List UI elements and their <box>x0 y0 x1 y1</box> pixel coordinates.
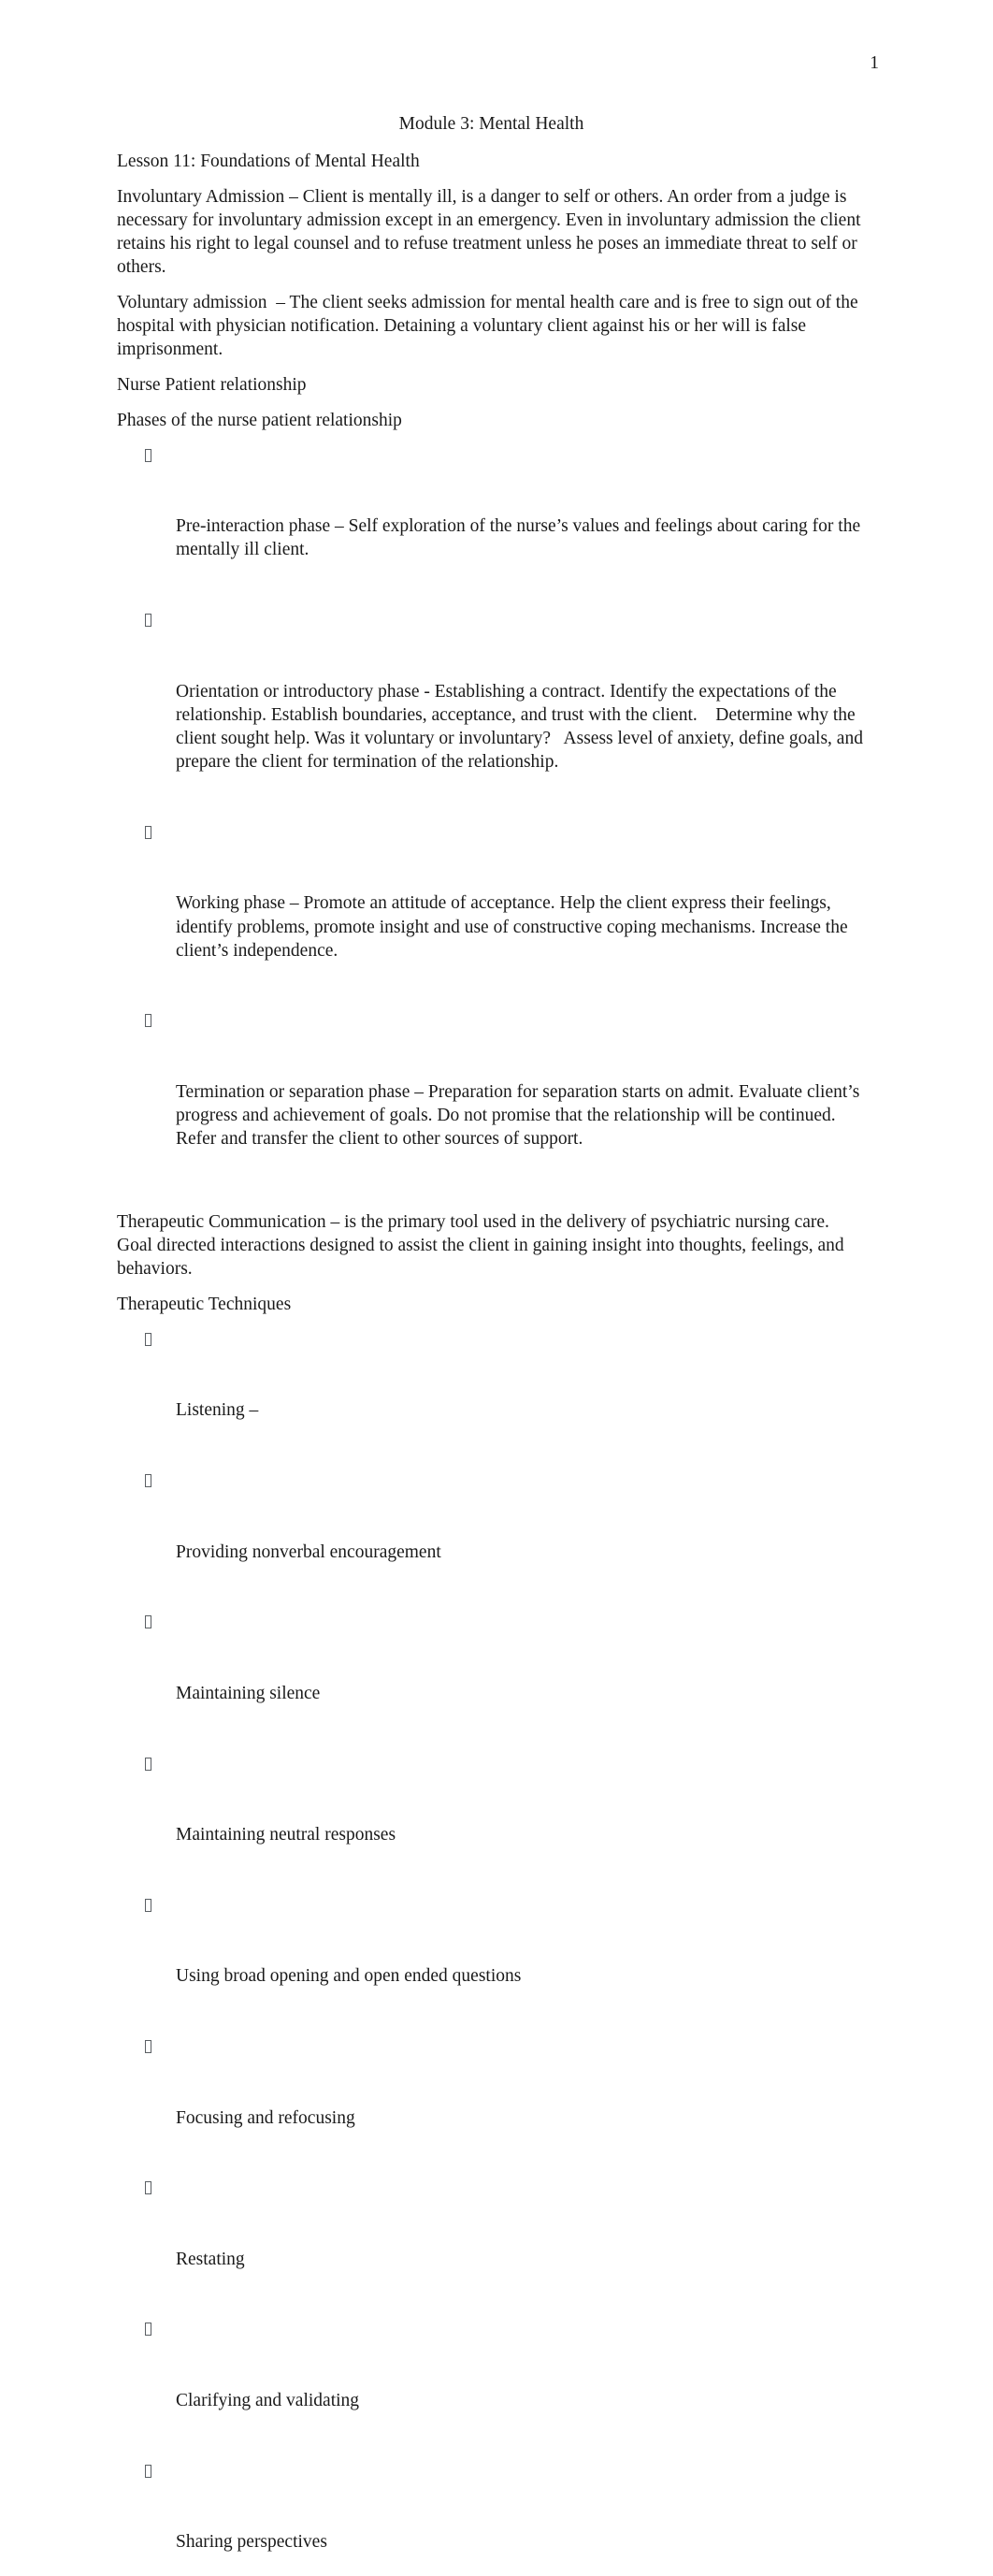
tofu-box-icon <box>145 825 151 839</box>
tofu-box-icon <box>145 1757 151 1771</box>
list-item-label: Maintaining neutral responses <box>176 1825 396 1845</box>
list-item-label: Clarifying and validating <box>176 2390 360 2410</box>
tofu-box-icon <box>145 2464 151 2478</box>
tofu-box-icon <box>145 1332 151 1346</box>
tofu-box-icon <box>145 1014 151 1028</box>
list-item: Pre-interaction phase – Self exploration… <box>117 444 866 609</box>
list-item: Restating <box>117 2177 866 2318</box>
list-item: Listening – <box>117 1328 866 1469</box>
list-item-label: Termination or separation phase – Prepar… <box>176 1082 865 1150</box>
document-title: Module 3: Mental Health <box>398 114 584 134</box>
techniques-list: Listening – Providing nonverbal encourag… <box>117 1328 866 2576</box>
paragraph-therapeutic-communication: Therapeutic Communication – is the prima… <box>117 1212 849 1280</box>
document-body: Module 3: Mental Health Lesson 11: Found… <box>117 112 866 2576</box>
list-item: Orientation or introductory phase - Esta… <box>117 609 866 821</box>
list-item: Sharing perspectives <box>117 2460 866 2576</box>
paragraph-voluntary-admission: Voluntary admission – The client seeks a… <box>117 293 863 360</box>
heading-nurse-patient-relationship: Nurse Patient relationship <box>117 375 307 396</box>
tofu-box-icon <box>145 1615 151 1629</box>
list-item-label: Pre-interaction phase – Self exploration… <box>176 516 865 560</box>
list-item-label: Focusing and refocusing <box>176 2107 355 2128</box>
tofu-box-icon <box>145 448 151 462</box>
list-item-label: Listening – <box>176 1400 259 1421</box>
list-item-label: Working phase – Promote an attitude of a… <box>176 893 853 961</box>
tofu-box-icon <box>145 2181 151 2195</box>
list-item-label: Maintaining silence <box>176 1683 321 1703</box>
document-page: 1 Module 3: Mental Health Lesson 11: Fou… <box>0 0 993 2552</box>
tofu-box-icon <box>145 2323 151 2337</box>
list-item: Using broad opening and open ended quest… <box>117 1894 866 2035</box>
tofu-box-icon <box>145 1474 151 1488</box>
paragraph-involuntary-admission: Involuntary Admission – Client is mental… <box>117 186 866 278</box>
list-item: Clarifying and validating <box>117 2318 866 2459</box>
lesson-heading: Lesson 11: Foundations of Mental Health <box>117 152 420 171</box>
list-item-label: Using broad opening and open ended quest… <box>176 1966 522 1987</box>
list-item: Providing nonverbal encouragement <box>117 1469 866 1611</box>
list-item: Maintaining silence <box>117 1611 866 1752</box>
tofu-box-icon <box>145 1898 151 1912</box>
heading-therapeutic-techniques: Therapeutic Techniques <box>117 1295 292 1315</box>
page-number: 1 <box>870 53 879 73</box>
heading-phases-of-relationship: Phases of the nurse patient relationship <box>117 410 402 430</box>
list-item: Termination or separation phase – Prepar… <box>117 1009 866 1198</box>
list-item: Focusing and refocusing <box>117 2035 866 2177</box>
tofu-box-icon <box>145 2039 151 2053</box>
list-item-label: Orientation or introductory phase - Esta… <box>176 681 868 773</box>
list-item-label: Providing nonverbal encouragement <box>176 1541 441 1562</box>
phases-list: Pre-interaction phase – Self exploration… <box>117 444 866 1199</box>
list-item: Working phase – Promote an attitude of a… <box>117 821 866 1010</box>
list-item-label: Sharing perspectives <box>176 2532 327 2553</box>
tofu-box-icon <box>145 613 151 627</box>
list-item-label: Restating <box>176 2249 245 2269</box>
list-item: Maintaining neutral responses <box>117 1753 866 1894</box>
